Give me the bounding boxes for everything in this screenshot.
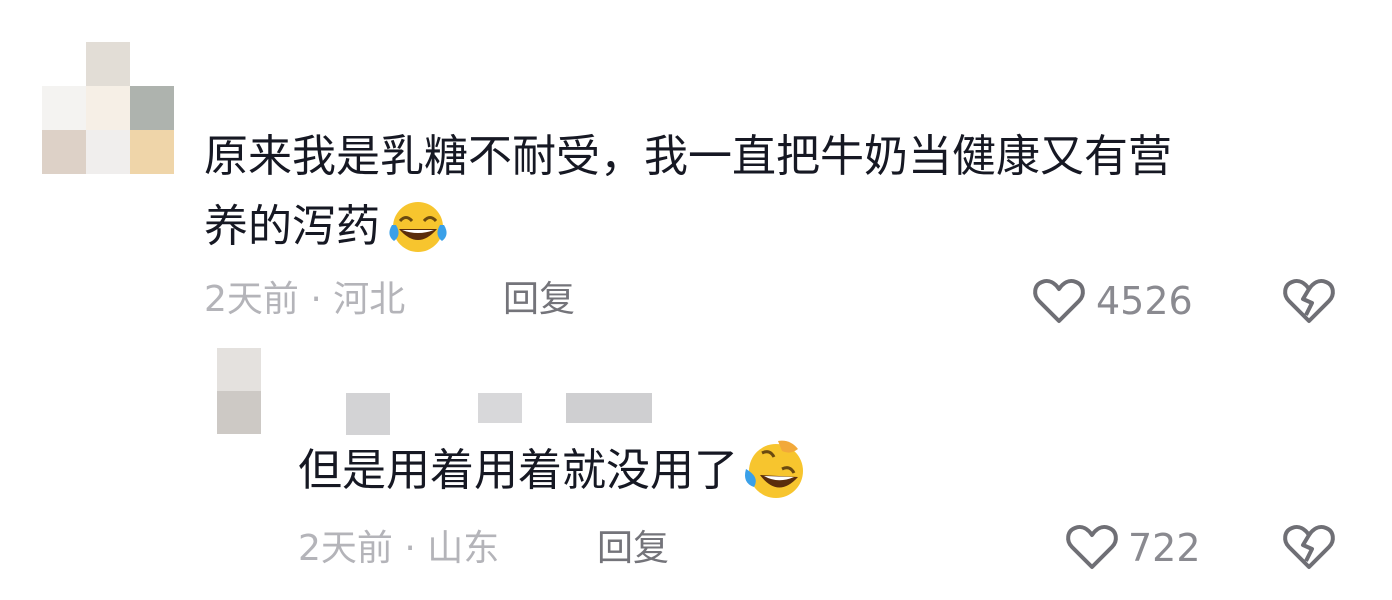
broken-heart-icon [1283, 278, 1335, 323]
broken-heart-icon [1283, 524, 1335, 569]
avatar[interactable] [42, 42, 174, 174]
heart-outline-icon [1033, 278, 1085, 323]
dislike-button[interactable] [1282, 277, 1336, 325]
avatar[interactable] [217, 348, 261, 434]
username-blurred[interactable] [478, 393, 522, 423]
comment-location: 河北 [333, 279, 406, 320]
comment-location: 山东 [427, 528, 500, 569]
reply-button[interactable]: 回复 [597, 527, 669, 571]
username-blurred[interactable] [566, 393, 652, 423]
rofl-emoji [742, 439, 808, 503]
reply-button[interactable]: 回复 [503, 278, 575, 322]
comment-meta: 2天前 · 河北 [204, 278, 405, 322]
reply-text: 但是用着用着就没用了 [298, 445, 738, 496]
username-blurred[interactable] [346, 393, 390, 435]
dislike-button[interactable] [1282, 523, 1336, 571]
comment-text: 原来我是乳糖不耐受，我一直把牛奶当健康又有营 养的泻药 [204, 122, 1354, 262]
like-count: 722 [1128, 526, 1201, 570]
comment-text-line1: 原来我是乳糖不耐受，我一直把牛奶当健康又有营 [204, 131, 1172, 182]
laugh-cry-emoji [386, 199, 450, 255]
meta-separator: · [404, 528, 416, 569]
comment-text-line2: 养的泻药 [204, 201, 380, 252]
comment-time: 2天前 [204, 279, 299, 320]
reply-comment-text: 但是用着用着就没用了 [298, 436, 808, 506]
like-button[interactable] [1032, 277, 1086, 325]
comment-time: 2天前 [298, 528, 393, 569]
meta-separator: · [310, 279, 322, 320]
comment-meta: 2天前 · 山东 [298, 527, 499, 571]
like-count: 4526 [1096, 279, 1193, 323]
like-button[interactable] [1065, 523, 1119, 571]
heart-outline-icon [1066, 524, 1118, 569]
